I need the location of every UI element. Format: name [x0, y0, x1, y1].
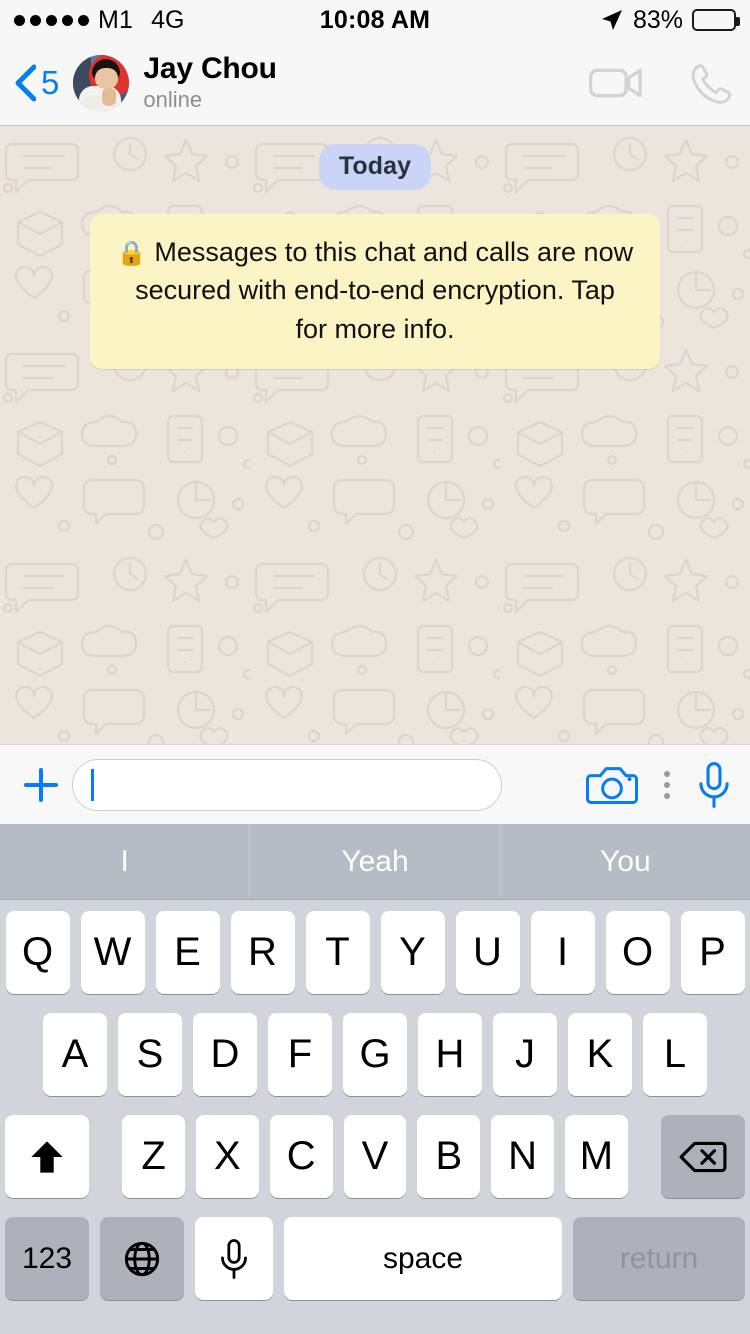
key-e[interactable]: E	[155, 911, 220, 994]
key-q[interactable]: Q	[5, 911, 70, 994]
key-r[interactable]: R	[230, 911, 295, 994]
microphone-icon[interactable]	[696, 760, 732, 810]
keyboard-row-2: A S D F G H J K L	[5, 1013, 745, 1096]
microphone-icon	[219, 1237, 249, 1281]
lock-icon: 🔒	[116, 240, 147, 267]
key-i[interactable]: I	[530, 911, 595, 994]
chevron-left-icon	[14, 64, 37, 102]
chat-header: 5 Jay Chou online	[0, 40, 750, 126]
key-a[interactable]: A	[43, 1013, 107, 1096]
camera-icon[interactable]	[586, 764, 638, 806]
chat-message-area: Today 🔒 Messages to this chat and calls …	[0, 126, 750, 744]
message-input[interactable]	[72, 758, 502, 811]
day-divider-pill: Today	[318, 144, 432, 190]
contact-info[interactable]: Jay Chou online	[143, 51, 277, 114]
message-input-bar	[0, 744, 750, 824]
dictation-key[interactable]	[195, 1217, 273, 1300]
on-screen-keyboard: Q W E R T Y U I O P A S D F G H J K L Z …	[0, 900, 750, 1334]
encryption-notice-bubble[interactable]: 🔒 Messages to this chat and calls are no…	[90, 214, 660, 369]
encryption-notice-text: Messages to this chat and calls are now …	[135, 237, 634, 344]
header-actions	[588, 61, 732, 105]
key-n[interactable]: N	[491, 1115, 554, 1198]
unread-count-label: 5	[41, 64, 60, 101]
suggestion-2[interactable]: You	[499, 824, 750, 899]
plus-icon[interactable]	[18, 762, 64, 808]
suggestion-0[interactable]: I	[0, 824, 249, 899]
globe-key[interactable]	[100, 1217, 184, 1300]
text-caret	[91, 768, 94, 801]
key-u[interactable]: U	[455, 911, 520, 994]
key-j[interactable]: J	[493, 1013, 557, 1096]
network-type-label: 4G	[151, 5, 185, 34]
key-d[interactable]: D	[193, 1013, 257, 1096]
key-w[interactable]: W	[80, 911, 145, 994]
battery-icon	[692, 9, 740, 31]
return-key[interactable]: return	[573, 1217, 745, 1300]
predictive-text-bar: I Yeah You	[0, 824, 750, 900]
backspace-key[interactable]	[660, 1115, 745, 1198]
status-bar-right: 83%	[600, 5, 740, 35]
shift-arrow-icon	[28, 1138, 66, 1176]
location-arrow-icon	[600, 8, 624, 32]
signal-strength-dots	[14, 14, 89, 26]
space-key[interactable]: space	[284, 1217, 562, 1300]
key-z[interactable]: Z	[122, 1115, 185, 1198]
key-l[interactable]: L	[643, 1013, 707, 1096]
back-button[interactable]: 5	[14, 64, 59, 102]
backspace-delete-icon	[679, 1140, 727, 1174]
key-y[interactable]: Y	[380, 911, 445, 994]
day-divider-wrap: Today	[0, 144, 750, 190]
keyboard-row-4: 123 space return	[5, 1217, 745, 1300]
video-camera-icon[interactable]	[588, 64, 644, 102]
keyboard-row-1: Q W E R T Y U I O P	[5, 911, 745, 994]
chat-content: Today 🔒 Messages to this chat and calls …	[0, 126, 750, 369]
phone-icon[interactable]	[688, 61, 732, 105]
numbers-key[interactable]: 123	[5, 1217, 89, 1300]
suggestion-1[interactable]: Yeah	[249, 824, 499, 899]
status-bar-left: M1 4G	[14, 6, 185, 35]
keyboard-row-3: Z X C V B N M	[5, 1115, 745, 1198]
shift-key[interactable]	[5, 1115, 90, 1198]
carrier-label: M1	[98, 5, 134, 34]
avatar[interactable]	[73, 54, 130, 111]
battery-percent-label: 83%	[632, 5, 683, 34]
key-t[interactable]: T	[305, 911, 370, 994]
input-bar-actions	[586, 760, 732, 810]
more-vertical-icon[interactable]	[664, 770, 670, 799]
key-h[interactable]: H	[418, 1013, 482, 1096]
phone-screen: M1 4G 10:08 AM 83% 5 Jay Chou online Tod…	[0, 0, 750, 1334]
contact-presence-status: online	[143, 87, 203, 113]
key-x[interactable]: X	[196, 1115, 259, 1198]
status-bar: M1 4G 10:08 AM 83%	[0, 0, 750, 40]
contact-name: Jay Chou	[143, 51, 277, 85]
key-g[interactable]: G	[343, 1013, 407, 1096]
key-o[interactable]: O	[605, 911, 670, 994]
key-f[interactable]: F	[268, 1013, 332, 1096]
globe-icon	[123, 1240, 161, 1278]
key-v[interactable]: V	[343, 1115, 407, 1198]
key-b[interactable]: B	[417, 1115, 481, 1198]
key-m[interactable]: M	[564, 1115, 628, 1198]
key-k[interactable]: K	[568, 1013, 632, 1096]
key-c[interactable]: C	[269, 1115, 333, 1198]
key-p[interactable]: P	[680, 911, 745, 994]
key-s[interactable]: S	[118, 1013, 182, 1096]
